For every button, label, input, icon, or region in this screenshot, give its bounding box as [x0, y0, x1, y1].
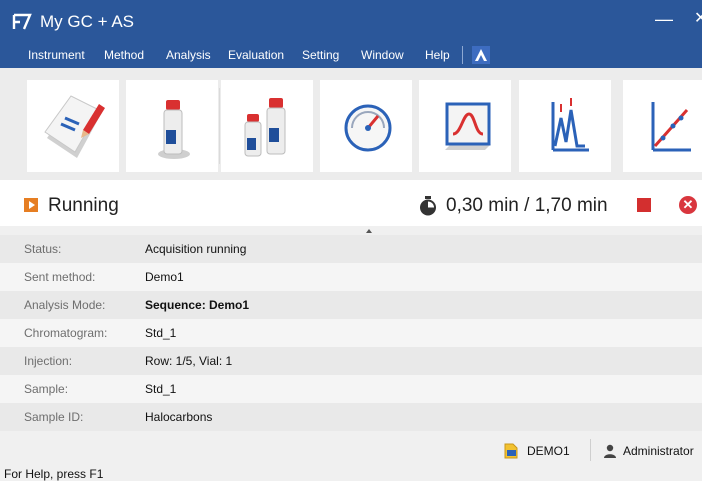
chromatogram-monitor-icon [445, 102, 491, 150]
brand-logo-icon[interactable] [472, 46, 490, 64]
collapse-details-icon[interactable] [366, 229, 372, 233]
chromatogram-monitor-button[interactable] [419, 80, 511, 172]
minimize-button[interactable]: — [655, 10, 673, 28]
details-label: Injection: [24, 354, 73, 368]
details-value: Acquisition running [145, 242, 247, 256]
run-status-label: Running [48, 195, 119, 216]
method-file-icon[interactable] [503, 443, 519, 459]
single-sample-button[interactable] [126, 80, 218, 172]
details-value: Std_1 [145, 326, 177, 340]
details-value: Sequence: Demo1 [145, 298, 250, 312]
details-row-sample: Sample: Std_1 [0, 375, 702, 403]
status-bar [0, 464, 702, 481]
details-row-injection: Injection: Row: 1/5, Vial: 1 [0, 347, 702, 375]
menu-bar: Instrument Method Analysis Evaluation Se… [0, 42, 702, 68]
sequence-samples-button[interactable] [221, 80, 313, 172]
stopwatch-icon [420, 196, 436, 216]
calibration-button[interactable] [623, 80, 702, 172]
run-elapsed-time: 0,30 min / 1,70 min [446, 195, 608, 216]
instrument-status-button[interactable] [320, 80, 412, 172]
menu-setting[interactable]: Setting [302, 48, 339, 62]
details-label: Sample ID: [24, 410, 84, 424]
info-separator [590, 439, 591, 461]
details-value: Std_1 [145, 382, 177, 396]
window-title: My GC + AS [40, 12, 134, 31]
details-label: Sample: [24, 382, 69, 396]
menu-separator [462, 46, 463, 64]
details-value: Demo1 [145, 270, 184, 284]
close-window-button[interactable]: ✕ [694, 10, 702, 28]
app-logo-icon [12, 12, 32, 32]
current-user-name[interactable]: Administrator [623, 444, 694, 458]
menu-instrument[interactable]: Instrument [28, 48, 85, 62]
abort-run-button[interactable]: ✕ [679, 196, 697, 214]
menu-method[interactable]: Method [104, 48, 144, 62]
info-bar [0, 436, 702, 464]
evaluation-peaks-icon [551, 98, 589, 152]
toolbar [0, 68, 702, 180]
details-label: Sent method: [24, 270, 96, 284]
details-row-analysis-mode: Analysis Mode: Sequence: Demo1 [0, 291, 702, 319]
help-hint: For Help, press F1 [4, 467, 104, 481]
details-label: Chromatogram: [24, 326, 108, 340]
single-sample-icon [158, 100, 190, 159]
current-method-name[interactable]: DEMO1 [527, 444, 570, 458]
details-row-sample-id: Sample ID: Halocarbons [0, 403, 702, 431]
user-icon [604, 444, 616, 458]
calibration-icon [651, 102, 691, 152]
menu-help[interactable]: Help [425, 48, 450, 62]
instrument-status-gauge-icon [344, 104, 392, 152]
running-indicator-icon [24, 198, 38, 212]
details-value: Halocarbons [145, 410, 213, 424]
details-row-sent-method: Sent method: Demo1 [0, 263, 702, 291]
details-value: Row: 1/5, Vial: 1 [145, 354, 233, 368]
toolbar-divider [219, 88, 220, 164]
run-details-table: Status: Acquisition running Sent method:… [0, 235, 702, 431]
title-bar: My GC + AS — ✕ [0, 0, 702, 42]
menu-analysis[interactable]: Analysis [166, 48, 211, 62]
details-label: Analysis Mode: [24, 298, 106, 312]
stop-run-button[interactable] [637, 198, 651, 212]
sequence-samples-icon [244, 98, 286, 157]
menu-evaluation[interactable]: Evaluation [228, 48, 284, 62]
details-label: Status: [24, 242, 62, 256]
edit-method-icon [44, 95, 105, 158]
details-row-status: Status: Acquisition running [0, 235, 702, 263]
edit-method-button[interactable] [27, 80, 119, 172]
menu-window[interactable]: Window [361, 48, 404, 62]
evaluation-button[interactable] [519, 80, 611, 172]
details-row-chromatogram: Chromatogram: Std_1 [0, 319, 702, 347]
